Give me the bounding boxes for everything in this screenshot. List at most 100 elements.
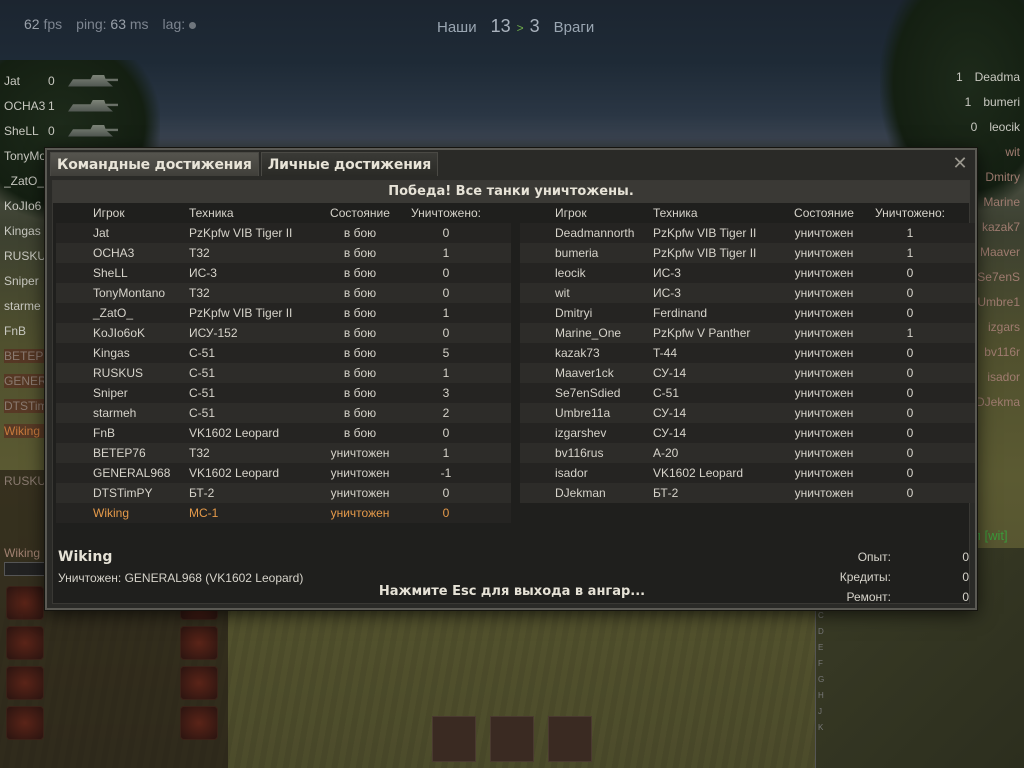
ally-name: Jat [4, 73, 21, 88]
table-row[interactable]: izgarshev СУ-14 уничтожен 0 [520, 423, 975, 443]
table-row[interactable]: KoJIo6oK ИСУ-152 в бою 0 [56, 323, 511, 343]
ally-list-item[interactable]: Jat 0 [0, 68, 140, 93]
table-header: Игрок Техника Состояние Уничтожено: [56, 203, 511, 223]
module-tracks-icon [6, 706, 44, 740]
cell-player: bv116rus [555, 446, 604, 460]
crew-loader-icon [180, 706, 218, 740]
minimap-row-label: J [818, 707, 822, 716]
minimap-row-label: E [818, 643, 824, 652]
tank-silhouette-icon [68, 124, 118, 137]
table-row[interactable]: Marine_One PzKpfw V Panther уничтожен 1 [520, 323, 975, 343]
table-row[interactable]: bv116rus А-20 уничтожен 0 [520, 443, 975, 463]
fps-readout: 62 fps [24, 16, 63, 32]
close-icon[interactable]: ✕ [951, 154, 969, 172]
cell-player: Sniper [93, 386, 128, 400]
ally-name: RUSKUS [4, 248, 48, 263]
table-row[interactable]: RUSKUS С-51 в бою 1 [56, 363, 511, 383]
table-row[interactable]: OCHA3 T32 в бою 1 [56, 243, 511, 263]
table-row[interactable]: Wiking МС-1 уничтожен 0 [56, 503, 511, 523]
enemy-name: Marine [983, 194, 1020, 209]
ally-list-item[interactable]: OCHA3 1 [0, 93, 140, 118]
minimap-row-label: K [818, 723, 824, 732]
cell-state: в бою [343, 286, 377, 300]
cell-vehicle: МС-1 [189, 506, 219, 520]
tab-team-achievements[interactable]: Командные достижения [50, 152, 259, 176]
cell-player: Se7enSdied [555, 386, 621, 400]
table-row[interactable]: bumeria PzKpfw VIB Tiger II уничтожен 1 [520, 243, 975, 263]
cell-vehicle: БТ-2 [653, 486, 679, 500]
table-row[interactable]: SheLL ИС-3 в бою 0 [56, 263, 511, 283]
enemy-list-item[interactable]: 0 leocik [944, 114, 1024, 139]
minimap-row-label: G [818, 675, 825, 684]
enemy-name: leocik [989, 119, 1020, 134]
cell-kills: 1 [442, 306, 450, 320]
table-row[interactable]: Kingas С-51 в бою 5 [56, 343, 511, 363]
cell-player: starmeh [93, 406, 137, 420]
table-row[interactable]: Deadmannorth PzKpfw VIB Tiger II уничтожен… [520, 223, 975, 243]
player-name: Wiking [58, 549, 113, 565]
cell-kills: 0 [906, 406, 914, 420]
table-row[interactable]: Umbre11a СУ-14 уничтожен 0 [520, 403, 975, 423]
stat-row: Опыт: 0 [823, 547, 969, 567]
allies-label: Наши [437, 19, 477, 36]
header-player: Игрок [93, 206, 125, 220]
cell-state: в бою [343, 406, 377, 420]
table-row[interactable]: Jat PzKpfw VIB Tiger II в бою 0 [56, 223, 511, 243]
table-row[interactable]: leocik ИС-3 уничтожен 0 [520, 263, 975, 283]
table-row[interactable]: BETEP76 T32 уничтожен 1 [56, 443, 511, 463]
ally-name: GENERA [4, 373, 48, 388]
cell-kills: 0 [906, 426, 914, 440]
cell-kills: 1 [906, 226, 914, 240]
cell-player: isador [555, 466, 588, 480]
cell-player: bumeria [555, 246, 599, 260]
cell-kills: 0 [442, 486, 450, 500]
cell-player: kazak73 [555, 346, 600, 360]
table-row[interactable]: starmeh С-51 в бою 2 [56, 403, 511, 423]
table-row[interactable]: FnB VK1602 Leopard в бою 0 [56, 423, 511, 443]
consumable-slot-3[interactable] [548, 716, 592, 762]
enemy-name: DJekma [975, 394, 1020, 409]
table-row[interactable]: isador VK1602 Leopard уничтожен 0 [520, 463, 975, 483]
ally-name: OCHA3 [4, 98, 46, 113]
table-row[interactable]: Maaver1ck СУ-14 уничтожен 0 [520, 363, 975, 383]
perf-readout: 62 fps ping: 63 ms lag: [24, 16, 197, 32]
table-row[interactable]: TonyMontano T32 в бою 0 [56, 283, 511, 303]
cell-player: Dmitryi [555, 306, 593, 320]
cell-vehicle: С-51 [189, 386, 216, 400]
own-tank-name: Wiking [4, 546, 41, 560]
table-row[interactable]: wit ИС-3 уничтожен 0 [520, 283, 975, 303]
ally-name: TonyMo [4, 148, 47, 163]
cell-player: FnB [93, 426, 116, 440]
death-info: Уничтожен: GENERAL968 (VK1602 Leopard) [58, 571, 304, 585]
lag-readout: lag: [163, 16, 197, 32]
cell-vehicle: А-20 [653, 446, 679, 460]
tab-personal-achievements[interactable]: Личные достижения [260, 152, 439, 176]
cell-vehicle: ИС-3 [653, 286, 681, 300]
cell-vehicle: PzKpfw V Panther [653, 326, 751, 340]
header-kills: Уничтожено: [875, 206, 945, 220]
table-row[interactable]: Se7enSdied С-51 уничтожен 0 [520, 383, 975, 403]
table-row[interactable]: Sniper С-51 в бою 3 [56, 383, 511, 403]
enemy-list-item[interactable]: 1 bumeri [944, 89, 1024, 114]
enemy-name: Dmitry [985, 169, 1020, 184]
cell-vehicle: СУ-14 [653, 366, 687, 380]
table-row[interactable]: _ZatO_ PzKpfw VIB Tiger II в бою 1 [56, 303, 511, 323]
lag-indicator-icon [189, 21, 197, 29]
battle-result-title: Победа! Все танки уничтожены. [53, 181, 969, 203]
table-row[interactable]: Dmitryi Ferdinand уничтожен 0 [520, 303, 975, 323]
table-row[interactable]: GENERAL968 VK1602 Leopard уничтожен -1 [56, 463, 511, 483]
cell-kills: 2 [442, 406, 450, 420]
table-row[interactable]: kazak73 T-44 уничтожен 0 [520, 343, 975, 363]
table-row[interactable]: DTSTimPY БТ-2 уничтожен 0 [56, 483, 511, 503]
results-panel: Победа! Все танки уничтожены. Игрок Техн… [52, 180, 975, 604]
table-row[interactable]: DJekman БТ-2 уничтожен 0 [520, 483, 975, 503]
tab-bar: Командные достижения Личные достижения [50, 152, 439, 176]
cell-player: izgarshev [555, 426, 607, 440]
cell-kills: 0 [906, 346, 914, 360]
cell-player: TonyMontano [93, 286, 166, 300]
consumable-slot-1[interactable] [432, 716, 476, 762]
enemy-list-item[interactable]: 1 Deadma [944, 64, 1024, 89]
ally-list-item[interactable]: SheLL 0 [0, 118, 140, 143]
consumable-slot-2[interactable] [490, 716, 534, 762]
cell-vehicle: T-44 [653, 346, 678, 360]
